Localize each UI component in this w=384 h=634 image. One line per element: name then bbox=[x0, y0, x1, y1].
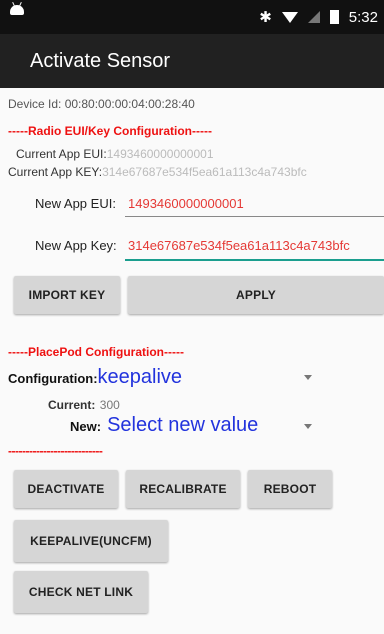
current-app-key-label: Current App KEY: bbox=[8, 165, 103, 179]
new-app-eui-label: New App EUI: bbox=[35, 196, 116, 211]
new-app-key-input[interactable]: 314e67687e534f5ea61a113c4a743bfc bbox=[128, 238, 384, 253]
current-app-eui-label: Current App EUI: bbox=[16, 147, 107, 161]
new-value-chevron-down-icon[interactable] bbox=[304, 424, 312, 429]
import-key-button[interactable]: IMPORT KEY bbox=[14, 276, 120, 314]
configuration-spinner[interactable]: Configuration: keepalive bbox=[8, 366, 182, 389]
new-app-key-underline bbox=[125, 259, 384, 261]
configuration-chevron-down-icon[interactable] bbox=[304, 375, 312, 380]
placepod-config-header: -----PlacePod Configuration----- bbox=[8, 345, 184, 359]
clock: 5:32 bbox=[348, 8, 378, 26]
configuration-value[interactable]: keepalive bbox=[98, 366, 183, 389]
status-icons: ✱ 5:32 bbox=[259, 0, 378, 34]
new-value[interactable]: Select new value bbox=[107, 414, 258, 437]
current-app-key-row: Current App KEY:314e67687e534f5ea61a113c… bbox=[8, 163, 384, 181]
new-app-key-label: New App Key: bbox=[35, 238, 117, 253]
new-label: New: bbox=[70, 419, 102, 434]
current-app-key-value: 314e67687e534f5ea61a113c4a743bfc bbox=[102, 165, 307, 179]
configuration-label: Configuration: bbox=[8, 371, 98, 386]
deactivate-button[interactable]: DEACTIVATE bbox=[14, 470, 118, 508]
new-app-eui-input[interactable]: 1493460000000001 bbox=[128, 196, 244, 211]
current-label: Current: bbox=[48, 398, 96, 412]
recalibrate-button[interactable]: RECALIBRATE bbox=[126, 470, 240, 508]
android-icon bbox=[10, 5, 24, 15]
radio-config-header: -----Radio EUI/Key Configuration----- bbox=[8, 124, 212, 138]
current-value: 300 bbox=[99, 398, 120, 412]
bluetooth-icon: ✱ bbox=[259, 9, 272, 26]
apply-button[interactable]: APPLY bbox=[128, 276, 384, 314]
device-id: Device Id: 00:80:00:00:04:00:28:40 bbox=[8, 97, 195, 111]
section-separator: --------------------------- bbox=[8, 444, 103, 458]
wifi-icon bbox=[281, 11, 298, 23]
reboot-button[interactable]: REBOOT bbox=[248, 470, 332, 508]
new-value-spinner[interactable]: New: Select new value bbox=[70, 414, 258, 437]
current-value-row: Current: 300 bbox=[48, 396, 120, 414]
keepalive-uncfm-button[interactable]: KEEPALIVE(UNCFM) bbox=[14, 520, 168, 562]
page-title: Activate Sensor bbox=[30, 50, 171, 72]
new-app-eui-underline bbox=[125, 216, 384, 217]
check-net-link-button[interactable]: CHECK NET LINK bbox=[14, 571, 148, 613]
current-app-eui-row: Current App EUI:1493460000000001 bbox=[16, 145, 214, 163]
current-app-eui-value: 1493460000000001 bbox=[106, 147, 214, 161]
signal-icon bbox=[307, 11, 320, 23]
battery-icon bbox=[329, 10, 339, 24]
status-bar: ✱ 5:32 bbox=[0, 0, 384, 34]
